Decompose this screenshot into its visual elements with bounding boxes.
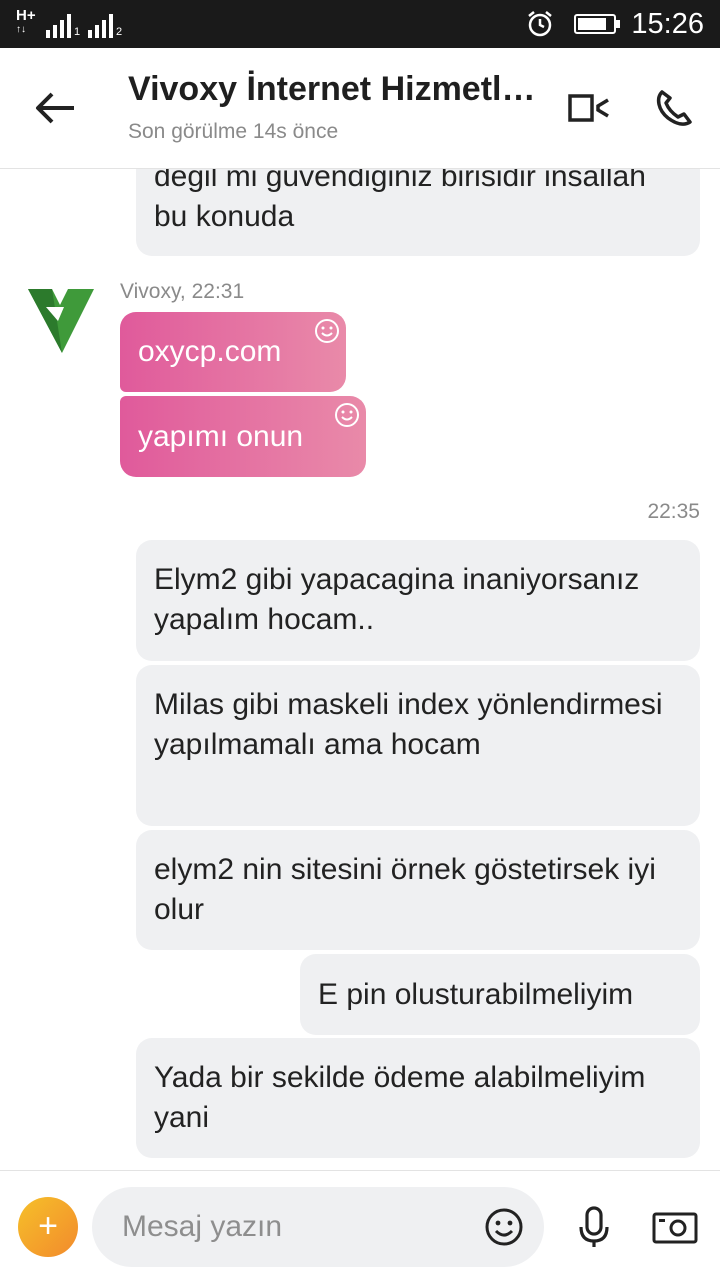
message-bubble-outgoing[interactable]: E pin olusturabilmeliyim	[300, 954, 700, 1035]
microphone-icon[interactable]	[576, 1205, 612, 1249]
emoji-icon[interactable]	[484, 1207, 524, 1247]
add-attachment-button[interactable]: +	[18, 1197, 78, 1257]
message-bubble-incoming[interactable]: oxycp.com	[120, 312, 346, 392]
conversation-title[interactable]: Vivoxy İnternet Hizmetleri	[128, 70, 538, 109]
camera-icon[interactable]	[652, 1209, 698, 1245]
chat-header: Vivoxy İnternet Hizmetleri Son görülme 1…	[0, 48, 720, 169]
last-seen-status: Son görülme 14s önce	[128, 120, 339, 143]
message-list[interactable]: degil mi guvendiginiz birisidir insallah…	[0, 169, 720, 1170]
message-bubble-outgoing[interactable]: degil mi guvendiginiz birisidir insallah…	[136, 169, 700, 256]
message-bubble-incoming[interactable]: yapımı onun	[120, 396, 366, 477]
message-composer: +	[0, 1170, 720, 1280]
message-timestamp: 22:35	[647, 500, 700, 523]
message-bubble-outgoing[interactable]: Yada bir sekilde ödeme alabilmeliyim yan…	[136, 1038, 700, 1158]
alarm-icon	[528, 11, 552, 37]
sender-name-time: Vivoxy, 22:31	[120, 280, 245, 303]
network-type-indicator: H+ ↑↓	[16, 7, 36, 35]
back-arrow-icon[interactable]	[28, 84, 80, 132]
phone-call-icon[interactable]	[652, 86, 696, 130]
message-bubble-outgoing[interactable]: Milas gibi maskeli index yönlendirmesi y…	[136, 665, 700, 826]
clock: 15:26	[631, 8, 704, 40]
contact-avatar-logo[interactable]	[24, 283, 96, 355]
plus-icon: +	[38, 1207, 58, 1245]
message-bubble-outgoing[interactable]: Elym2 gibi yapacagina inaniyorsanız yapa…	[136, 540, 700, 661]
signal-strength-2-icon: 2	[88, 10, 122, 38]
message-input[interactable]	[92, 1187, 544, 1267]
reaction-smiley-icon[interactable]	[334, 402, 360, 428]
status-bar: H+ ↑↓ 1 2 15:26	[0, 0, 720, 48]
message-bubble-outgoing[interactable]: elym2 nin sitesini örnek göstetirsek iyi…	[136, 830, 700, 950]
reaction-smiley-icon[interactable]	[314, 318, 340, 344]
signal-strength-icon: 1	[46, 10, 80, 38]
battery-icon	[574, 14, 620, 34]
video-call-icon[interactable]	[562, 88, 610, 128]
